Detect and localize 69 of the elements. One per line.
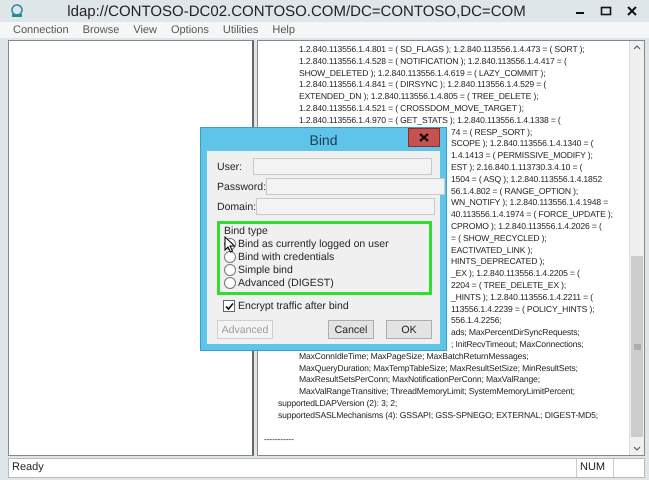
output-line: 56.1.4.802 = ( RANGE_OPTION ); <box>451 186 578 198</box>
checkbox[interactable] <box>223 300 235 312</box>
output-line: ads; MaxPercentDirSyncRequests; <box>451 327 580 339</box>
output-line: 1.2.840.113556.1.4.521 = ( CROSSDOM_MOVE_TARGET ); <box>299 102 524 115</box>
output-line: 1.2.840.113556.1.4.528 = ( NOTIFICATION ); 1.2.840.113556.1.4.417 = ( <box>299 56 567 68</box>
output-line: SCOPE ); 1.2.840.113556.1.4.1340 = ( <box>451 138 594 150</box>
output-line: 1.2.840.113556.1.4.801 = ( SD_FLAGS ); 1.2.840.113556.1.4.473 = ( SORT ); <box>299 44 585 56</box>
app-icon <box>10 4 24 18</box>
output-line: MaxResultSetsPerConn; MaxNotificationPerConn; MaxValRange; <box>299 374 540 386</box>
output-line: 74 = ( RESP_SORT ); <box>451 126 532 138</box>
output-line: ; InitRecvTimeout; MaxConnections; <box>451 338 584 351</box>
dialog-title: Bind <box>309 132 338 148</box>
output-line: MaxValRangeTransitive; ThreadMemoryLimit; SystemMemoryLimitPercent; <box>299 386 575 398</box>
output-line: supportedLDAPVersion (2): 3; 2; <box>278 398 398 410</box>
radio-button[interactable] <box>224 251 236 263</box>
menu-item[interactable]: Connection <box>6 24 76 36</box>
num-lock-indicator: NUM <box>576 459 614 477</box>
output-line: 1.2.840.113556.1.4.970 = ( GET_STATS ); 1.2.840.113556.1.4.1338 = ( <box>299 114 561 127</box>
window-title: ldap://CONTOSO-DC02.CONTOSO.COM/DC=CONTOSO,DC=COM <box>66 2 527 20</box>
radio-button[interactable] <box>224 264 236 276</box>
menu-item[interactable]: Browse <box>76 24 126 36</box>
menu-item[interactable]: Help <box>265 24 302 36</box>
output-line: SHOW_DELETED ); 1.2.840.113556.1.4.619 = ( LAZY_COMMIT ); <box>299 68 546 80</box>
menu-item[interactable]: Utilities <box>216 24 266 36</box>
output-line: HINTS_DEPRECATED ); <box>451 256 544 268</box>
scrollbar[interactable] <box>629 41 644 455</box>
radio-label: Advanced (DIGEST) <box>238 277 334 289</box>
output-line: = ( SHOW_RECYCLED ); <box>451 232 547 245</box>
menu-item[interactable]: Options <box>164 24 216 36</box>
field-label: Domain: <box>217 200 256 212</box>
output-line: EXTENDED_DN ); 1.2.840.113556.1.4.805 = ( TREE_DELETE ); <box>299 91 538 103</box>
grip-icon <box>634 344 640 350</box>
close-button[interactable] <box>408 128 440 147</box>
output-line: 1504 = ( ASQ ); 1.2.840.113556.1.4.1852 <box>451 174 602 186</box>
output-line: MaxConnIdleTime; MaxPageSize; MaxBatchReturnMessages; <box>299 350 529 363</box>
radio-label: Simple bind <box>238 264 293 276</box>
group-title: Bind type <box>224 225 268 237</box>
output-line: _EX ); 1.2.840.113556.1.4.2205 = ( <box>451 268 580 280</box>
input-field[interactable] <box>266 178 446 195</box>
radio-label: Bind as currently logged on user <box>238 238 389 250</box>
output-line: 40.113556.1.4.1974 = ( FORCE_UPDATE ); <box>451 209 613 221</box>
output-line: 113556.1.4.2239 = ( POLICY_HINTS ); <box>451 304 594 316</box>
output-line: MaxQueryDuration; MaxTempTableSize; MaxResultSetSize; MinResultSets; <box>299 362 578 374</box>
output-line: _HINTS ); 1.2.840.113556.1.4.2211 = ( <box>451 292 593 304</box>
cancel-button[interactable]: Cancel <box>328 320 374 339</box>
output-line: EACTIVATED_LINK ); <box>451 244 533 256</box>
checkbox-label: Encrypt traffic after bind <box>238 300 349 312</box>
output-line: 556.1.4.2256; <box>451 315 502 328</box>
output-line: WN_NOTIFY ); 1.2.840.113556.1.4.1948 = <box>451 197 608 210</box>
status-text: Ready <box>11 460 45 475</box>
radio-label: Bind with credentials <box>238 251 334 263</box>
output-line: CPROMO ); 1.2.840.113556.1.4.2026 = ( <box>451 220 602 233</box>
field-label: Password: <box>217 180 266 192</box>
output-line: 2204 = ( TREE_DELETE_EX ); <box>451 280 566 292</box>
radio-button[interactable] <box>224 277 236 289</box>
input-field[interactable] <box>256 198 436 215</box>
menu-item[interactable]: View <box>126 24 164 36</box>
output-line: 1.4.1413 = ( PERMISSIVE_MODIFY ); <box>451 150 593 162</box>
scroll-thumb[interactable] <box>631 256 643 437</box>
ok-button[interactable]: OK <box>386 320 432 339</box>
close-icon <box>419 133 429 142</box>
input-field[interactable] <box>253 158 432 175</box>
mouse-cursor-icon <box>224 236 236 253</box>
field-label: User: <box>217 160 244 172</box>
separator-text: ----------- <box>264 434 294 446</box>
output-line: supportedSASLMechanisms (4): GSSAPI; GSS-SPNEGO; EXTERNAL; DIGEST-MD5; <box>278 410 598 422</box>
output-line: 1.2.840.113556.1.4.841 = ( DIRSYNC ); 1.2.840.113556.1.4.529 = ( <box>299 79 546 92</box>
output-line: EST ); 2.16.840.1.113730.3.4.10 = ( <box>451 162 582 174</box>
check-icon <box>224 302 234 310</box>
